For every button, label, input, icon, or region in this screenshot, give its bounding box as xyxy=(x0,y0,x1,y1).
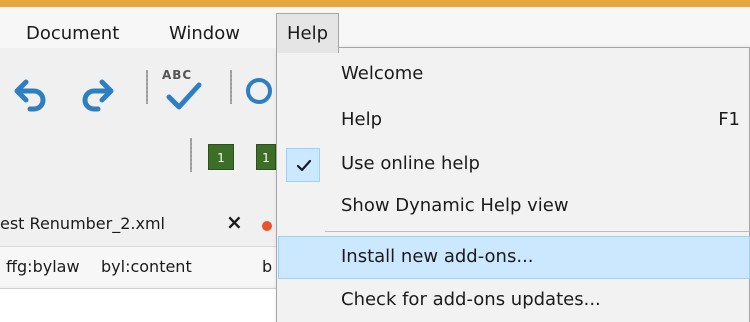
spellcheck-label: ABC xyxy=(162,68,193,82)
check-mark-icon xyxy=(166,82,202,110)
spellcheck-icon[interactable]: ABC xyxy=(160,68,210,114)
menu-item-label: Show Dynamic Help view xyxy=(341,195,569,216)
menu-separator xyxy=(325,231,749,232)
redo-icon[interactable] xyxy=(80,76,114,112)
tab-title[interactable]: est Renumber_2.xml xyxy=(0,214,165,233)
checkbox-highlight xyxy=(286,148,320,182)
menu-item-label: Install new add-ons... xyxy=(341,246,534,267)
menu-item-label: Welcome xyxy=(341,63,424,84)
breadcrumb-item[interactable]: ffg:bylaw xyxy=(6,257,80,276)
tab-close-icon[interactable]: × xyxy=(226,210,243,234)
menu-help[interactable]: Help xyxy=(276,13,340,53)
menu-item-help[interactable]: Help F1 xyxy=(278,100,750,143)
menu-item-label: Use online help xyxy=(341,153,480,174)
breadcrumb-item[interactable]: b xyxy=(262,257,272,276)
help-menu-dropdown: Welcome Help F1 Use online help Show Dyn… xyxy=(276,47,750,322)
menu-item-label: Check for add-ons updates... xyxy=(341,289,601,310)
menu-item-welcome[interactable]: Welcome xyxy=(278,54,750,97)
undo-icon[interactable] xyxy=(14,76,48,112)
breadcrumb-item[interactable]: byl:content xyxy=(101,257,192,276)
toolbar-grip[interactable] xyxy=(146,70,148,104)
modified-dot-icon xyxy=(262,221,272,231)
menu-bar: Document Window Help xyxy=(0,7,750,53)
toolbar-grip[interactable] xyxy=(190,138,192,172)
menu-item-install-add-ons[interactable]: Install new add-ons... xyxy=(278,236,750,279)
menu-item-show-dynamic-help[interactable]: Show Dynamic Help view xyxy=(278,186,750,229)
menu-item-shortcut: F1 xyxy=(718,109,740,130)
check-mark-icon xyxy=(296,159,312,172)
number-badge-button[interactable]: 1 xyxy=(208,144,234,170)
number-badge-button[interactable]: 1 xyxy=(256,144,276,170)
menu-item-label: Help xyxy=(341,109,383,130)
find-icon[interactable] xyxy=(244,76,276,108)
toolbar-grip[interactable] xyxy=(230,70,232,104)
app-window: Document Window Help ABC 1 1 est Renumbe xyxy=(0,0,750,322)
title-accent-bar xyxy=(0,0,750,7)
menu-item-use-online-help[interactable]: Use online help xyxy=(278,144,750,187)
menu-item-check-updates[interactable]: Check for add-ons updates... xyxy=(278,280,750,322)
